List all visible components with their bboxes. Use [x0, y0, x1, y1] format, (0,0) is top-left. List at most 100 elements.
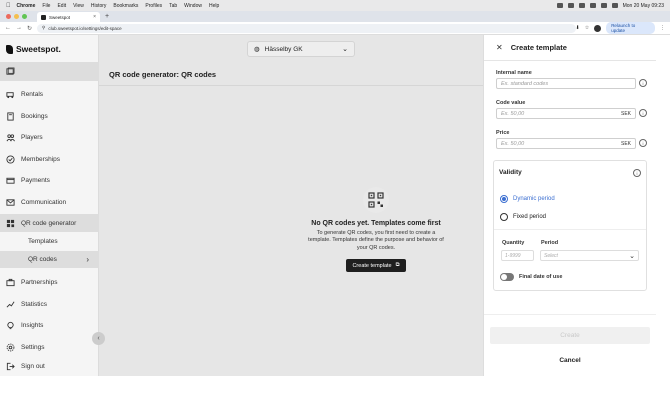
sidebar-item-statistics[interactable]: Statistics	[0, 295, 99, 313]
favicon-icon	[41, 14, 46, 20]
sidebar-subitem-qr-codes[interactable]: QR codes ›	[0, 251, 99, 268]
menu-view[interactable]: View	[73, 3, 84, 9]
period-label: Period	[541, 240, 559, 246]
address-bar[interactable]: ⚲ club.sweetspot.io/settings/edit-space	[37, 23, 576, 33]
apple-icon[interactable]: 	[6, 3, 11, 9]
sidebar-item-players[interactable]: Players	[0, 128, 99, 146]
browser-toolbar: ← → ↻ ⚲ club.sweetspot.io/settings/edit-…	[0, 22, 670, 35]
create-template-button[interactable]: Create template ⧉	[346, 259, 406, 273]
sidebar-subitem-templates[interactable]: Templates	[0, 233, 99, 250]
period-select[interactable]: Select ⌄	[540, 250, 639, 261]
book-icon	[7, 111, 14, 121]
close-window-icon[interactable]	[6, 14, 11, 19]
quantity-input[interactable]: 1-9999	[501, 250, 534, 261]
sidebar-item-label: Players	[21, 133, 43, 141]
create-template-label: Create template	[352, 262, 392, 269]
info-icon[interactable]: i	[639, 79, 647, 87]
battery-icon[interactable]	[578, 3, 585, 8]
radio-unselected-icon	[500, 213, 508, 221]
relaunch-button[interactable]: Relaunch to update	[606, 22, 655, 34]
sidebar-item-label: Communication	[21, 198, 67, 206]
club-name: Hässelby GK	[264, 45, 303, 53]
bookmark-star-icon[interactable]: ☆	[585, 25, 589, 31]
golf-cart-icon	[6, 91, 14, 98]
menu-profiles[interactable]: Profiles	[145, 3, 162, 9]
sidebar-item-payments[interactable]: Payments	[0, 171, 99, 189]
maximize-window-icon[interactable]	[22, 14, 27, 19]
status-icon[interactable]	[556, 3, 563, 8]
sidebar-item-bookings[interactable]: Bookings	[0, 107, 99, 125]
create-button[interactable]: Create	[490, 327, 650, 344]
browser-tab[interactable]: Sweetspot ×	[37, 12, 100, 22]
info-icon[interactable]: i	[639, 109, 647, 117]
menu-bookmarks[interactable]: Bookmarks	[113, 3, 138, 9]
final-date-toggle[interactable]	[500, 273, 514, 281]
download-icon[interactable]: ⬇	[576, 25, 580, 31]
chevron-down-icon: ⌄	[342, 46, 348, 53]
menu-help[interactable]: Help	[209, 3, 219, 9]
sidebar-item-label: Memberships	[21, 155, 61, 163]
screen:  Chrome File Edit View History Bookmark…	[0, 0, 670, 400]
menu-app[interactable]: Chrome	[17, 3, 36, 9]
sidebar-home[interactable]	[0, 62, 99, 81]
price-input[interactable]: Ex. 50,00 SEK	[496, 138, 636, 149]
internal-name-placeholder: Ex. standard codes	[501, 80, 549, 87]
menu-tab[interactable]: Tab	[169, 3, 177, 9]
sidebar: Sweetspot. Rentals Bookings Players Memb…	[0, 35, 99, 376]
minimize-window-icon[interactable]	[14, 14, 19, 19]
divider	[484, 314, 656, 315]
final-date-label: Final date of use	[519, 274, 563, 280]
qr-code-icon	[368, 192, 384, 208]
code-value-input[interactable]: Ex. 50,00 SEK	[496, 108, 636, 119]
logo[interactable]: Sweetspot.	[6, 44, 61, 54]
info-icon[interactable]: i	[639, 139, 647, 147]
close-icon[interactable]: ✕	[496, 43, 503, 52]
sidebar-item-label: Payments	[21, 176, 50, 184]
sidebar-item-qr-code-generator[interactable]: QR code generator	[0, 214, 99, 232]
search-icon[interactable]	[600, 3, 607, 8]
settings-icon	[6, 343, 15, 351]
clock[interactable]: Mon 20 May 09:23	[623, 3, 664, 9]
radio-fixed-period[interactable]: Fixed period	[500, 213, 546, 221]
wifi-icon[interactable]	[589, 3, 596, 8]
site-info-icon[interactable]: ⚲	[42, 25, 45, 31]
sidebar-item-memberships[interactable]: Memberships	[0, 150, 99, 168]
status-icon[interactable]	[567, 3, 574, 8]
control-center-icon[interactable]	[611, 3, 618, 8]
tab-title: Sweetspot	[49, 14, 71, 20]
menu-window[interactable]: Window	[184, 3, 202, 9]
browser-tabbar: Sweetspot × +	[0, 11, 670, 22]
globe-icon: ◍	[254, 46, 260, 53]
sidebar-item-sign-out[interactable]: Sign out	[0, 357, 99, 375]
internal-name-input[interactable]: Ex. standard codes	[496, 78, 636, 89]
more-menu-icon[interactable]: ⋮	[660, 25, 665, 31]
close-tab-icon[interactable]: ×	[93, 14, 96, 20]
club-selector[interactable]: ◍ Hässelby GK ⌄	[247, 41, 355, 57]
currency-suffix: SEK	[620, 140, 631, 147]
collapse-sidebar-button[interactable]: ‹	[92, 332, 105, 345]
menu-file[interactable]: File	[42, 3, 50, 9]
forward-icon[interactable]: →	[16, 25, 22, 31]
profile-avatar[interactable]	[594, 24, 602, 32]
sidebar-item-insights[interactable]: Insights	[0, 316, 99, 334]
sidebar-item-rentals[interactable]: Rentals	[0, 85, 99, 103]
sidebar-item-label: Settings	[21, 343, 45, 351]
sidebar-item-partnerships[interactable]: Partnerships	[0, 273, 99, 291]
back-icon[interactable]: ←	[5, 25, 11, 31]
new-tab-icon[interactable]: +	[105, 13, 109, 20]
sidebar-item-communication[interactable]: Communication	[0, 193, 99, 211]
cancel-button[interactable]: Cancel	[490, 353, 650, 367]
sidebar-item-label: Insights	[21, 321, 44, 329]
menu-history[interactable]: History	[91, 3, 107, 9]
internal-name-label: Internal name	[496, 70, 532, 76]
logo-text: Sweetspot.	[16, 44, 61, 54]
info-icon[interactable]: i	[633, 169, 641, 177]
validity-section: Validity i Dynamic period Fixed period Q…	[493, 160, 647, 291]
sidebar-item-settings[interactable]: Settings	[0, 338, 99, 356]
reload-icon[interactable]: ↻	[27, 25, 32, 32]
radio-label: Dynamic period	[513, 196, 555, 202]
sidebar-item-label: Partnerships	[21, 278, 58, 286]
radio-dynamic-period[interactable]: Dynamic period	[500, 195, 555, 203]
menu-edit[interactable]: Edit	[57, 3, 66, 9]
empty-state-description: To generate QR codes, you first need to …	[308, 230, 444, 251]
